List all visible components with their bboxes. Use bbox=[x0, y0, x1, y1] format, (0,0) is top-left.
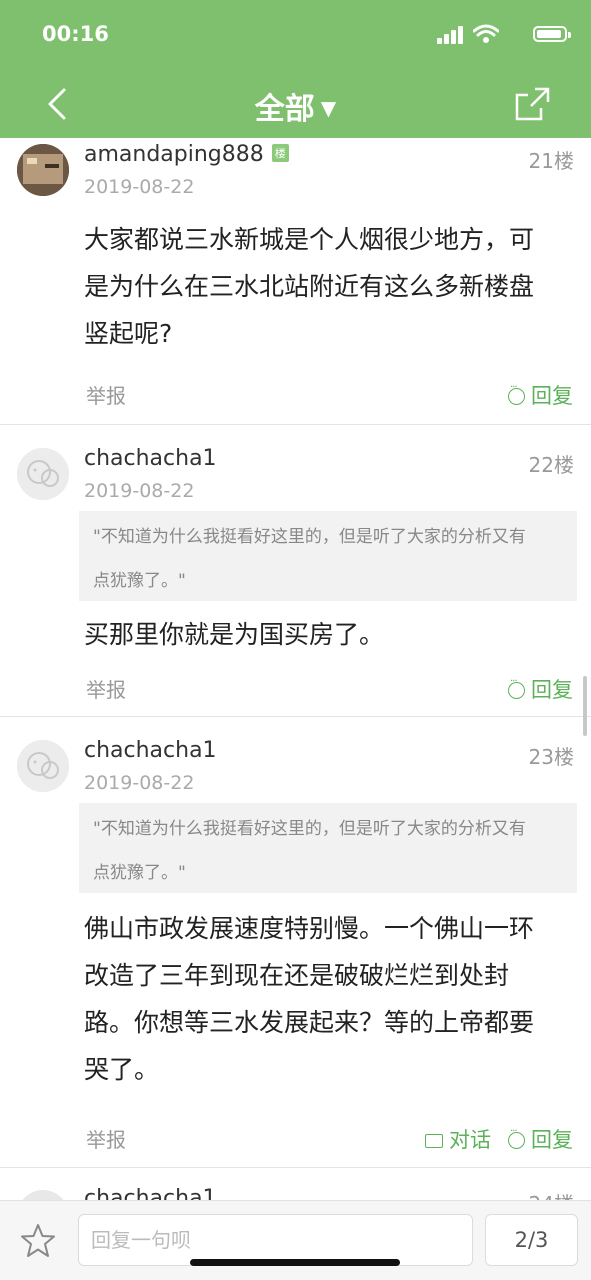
status-time: 00:16 bbox=[42, 22, 109, 46]
reply-button[interactable]: 回复 bbox=[508, 674, 573, 704]
floor-number: 22楼 bbox=[528, 453, 574, 477]
username[interactable]: amandaping888 楼 bbox=[84, 142, 289, 167]
dialog-label: 对话 bbox=[449, 1128, 491, 1152]
top-bar: 00:16 全部 ▼ bbox=[0, 0, 591, 138]
reply-label: 回复 bbox=[531, 1128, 573, 1152]
reply-label: 回复 bbox=[531, 384, 573, 408]
post-item: amandaping888 楼 21楼 2019-08-22 大家都说三水新城是个… bbox=[0, 138, 591, 425]
reply-label: 回复 bbox=[531, 678, 573, 702]
dialog-button[interactable]: 对话 bbox=[425, 1124, 491, 1154]
content-line: 是为什么在三水北站附近有这么多新楼盘 bbox=[84, 272, 535, 301]
default-avatar-icon bbox=[17, 448, 69, 500]
status-icons bbox=[427, 24, 571, 46]
avatar[interactable] bbox=[17, 740, 69, 792]
content-line: 佛山市政发展速度特别慢。一个佛山一环 bbox=[84, 914, 535, 943]
content-line: 买那里你就是为国买房了。 bbox=[84, 620, 385, 649]
dialog-icon bbox=[425, 1134, 443, 1148]
nav-title-label: 全部 bbox=[254, 92, 315, 127]
quote-line: 点犹豫了。" bbox=[93, 863, 186, 883]
content-line: 改造了三年到现在还是破破烂烂到处封 bbox=[84, 961, 510, 990]
report-link[interactable]: 举报 bbox=[86, 1124, 126, 1153]
post-content: 佛山市政发展速度特别慢。一个佛山一环 改造了三年到现在还是破破烂烂到处封 路。你… bbox=[84, 905, 579, 1093]
username[interactable]: chachacha1 bbox=[84, 738, 217, 763]
default-avatar-icon bbox=[17, 740, 69, 792]
post-content: 买那里你就是为国买房了。 bbox=[84, 611, 579, 658]
caret-down-icon: ▼ bbox=[320, 96, 337, 120]
floor-number: 23楼 bbox=[528, 745, 574, 769]
star-icon[interactable] bbox=[18, 1221, 58, 1261]
comment-icon bbox=[508, 382, 525, 405]
bottom-bar: 回复一句呗 2/3 bbox=[0, 1200, 591, 1280]
comment-icon bbox=[508, 1126, 525, 1149]
wifi-icon bbox=[473, 24, 499, 43]
floor-number: 21楼 bbox=[528, 149, 574, 173]
share-icon[interactable] bbox=[513, 84, 553, 124]
post-date: 2019-08-22 bbox=[84, 176, 195, 198]
content-line: 路。你想等三水发展起来？等的上帝都要 bbox=[84, 1008, 535, 1037]
content-line: 竖起呢? bbox=[84, 319, 173, 348]
username[interactable]: chachacha1 bbox=[84, 446, 217, 471]
page-indicator-button[interactable]: 2/3 bbox=[485, 1214, 578, 1266]
quote-line: 点犹豫了。" bbox=[93, 571, 186, 591]
avatar[interactable] bbox=[17, 448, 69, 500]
post-content: 大家都说三水新城是个人烟很少地方，可 是为什么在三水北站附近有这么多新楼盘 竖起… bbox=[84, 216, 579, 357]
post-item: chachacha1 23楼 2019-08-22 "不知道为什么我挺看好这里的… bbox=[0, 717, 591, 1168]
post-item: chachacha1 22楼 2019-08-22 "不知道为什么我挺看好这里的… bbox=[0, 425, 591, 717]
floor-owner-badge: 楼 bbox=[271, 144, 289, 162]
scrollbar[interactable] bbox=[583, 676, 587, 736]
reply-button[interactable]: 回复 bbox=[508, 380, 573, 410]
reply-button[interactable]: 回复 bbox=[508, 1124, 573, 1154]
signal-icon bbox=[437, 26, 463, 44]
content-line: 哭了。 bbox=[84, 1055, 160, 1084]
post-date: 2019-08-22 bbox=[84, 772, 195, 794]
username-text: amandaping888 bbox=[84, 142, 264, 167]
filter-dropdown[interactable]: 全部 ▼ bbox=[0, 84, 591, 128]
comment-icon bbox=[508, 676, 525, 699]
battery-icon bbox=[533, 26, 571, 42]
report-link[interactable]: 举报 bbox=[86, 380, 126, 409]
avatar[interactable] bbox=[17, 144, 69, 196]
home-indicator bbox=[190, 1259, 400, 1266]
quote-line: "不知道为什么我挺看好这里的，但是听了大家的分析又有 bbox=[93, 527, 526, 547]
quoted-text: "不知道为什么我挺看好这里的，但是听了大家的分析又有 点犹豫了。" bbox=[79, 803, 577, 893]
quoted-text: "不知道为什么我挺看好这里的，但是听了大家的分析又有 点犹豫了。" bbox=[79, 511, 577, 601]
post-date: 2019-08-22 bbox=[84, 480, 195, 502]
report-link[interactable]: 举报 bbox=[86, 674, 126, 703]
quote-line: "不知道为什么我挺看好这里的，但是听了大家的分析又有 bbox=[93, 819, 526, 839]
content-line: 大家都说三水新城是个人烟很少地方，可 bbox=[84, 225, 535, 254]
